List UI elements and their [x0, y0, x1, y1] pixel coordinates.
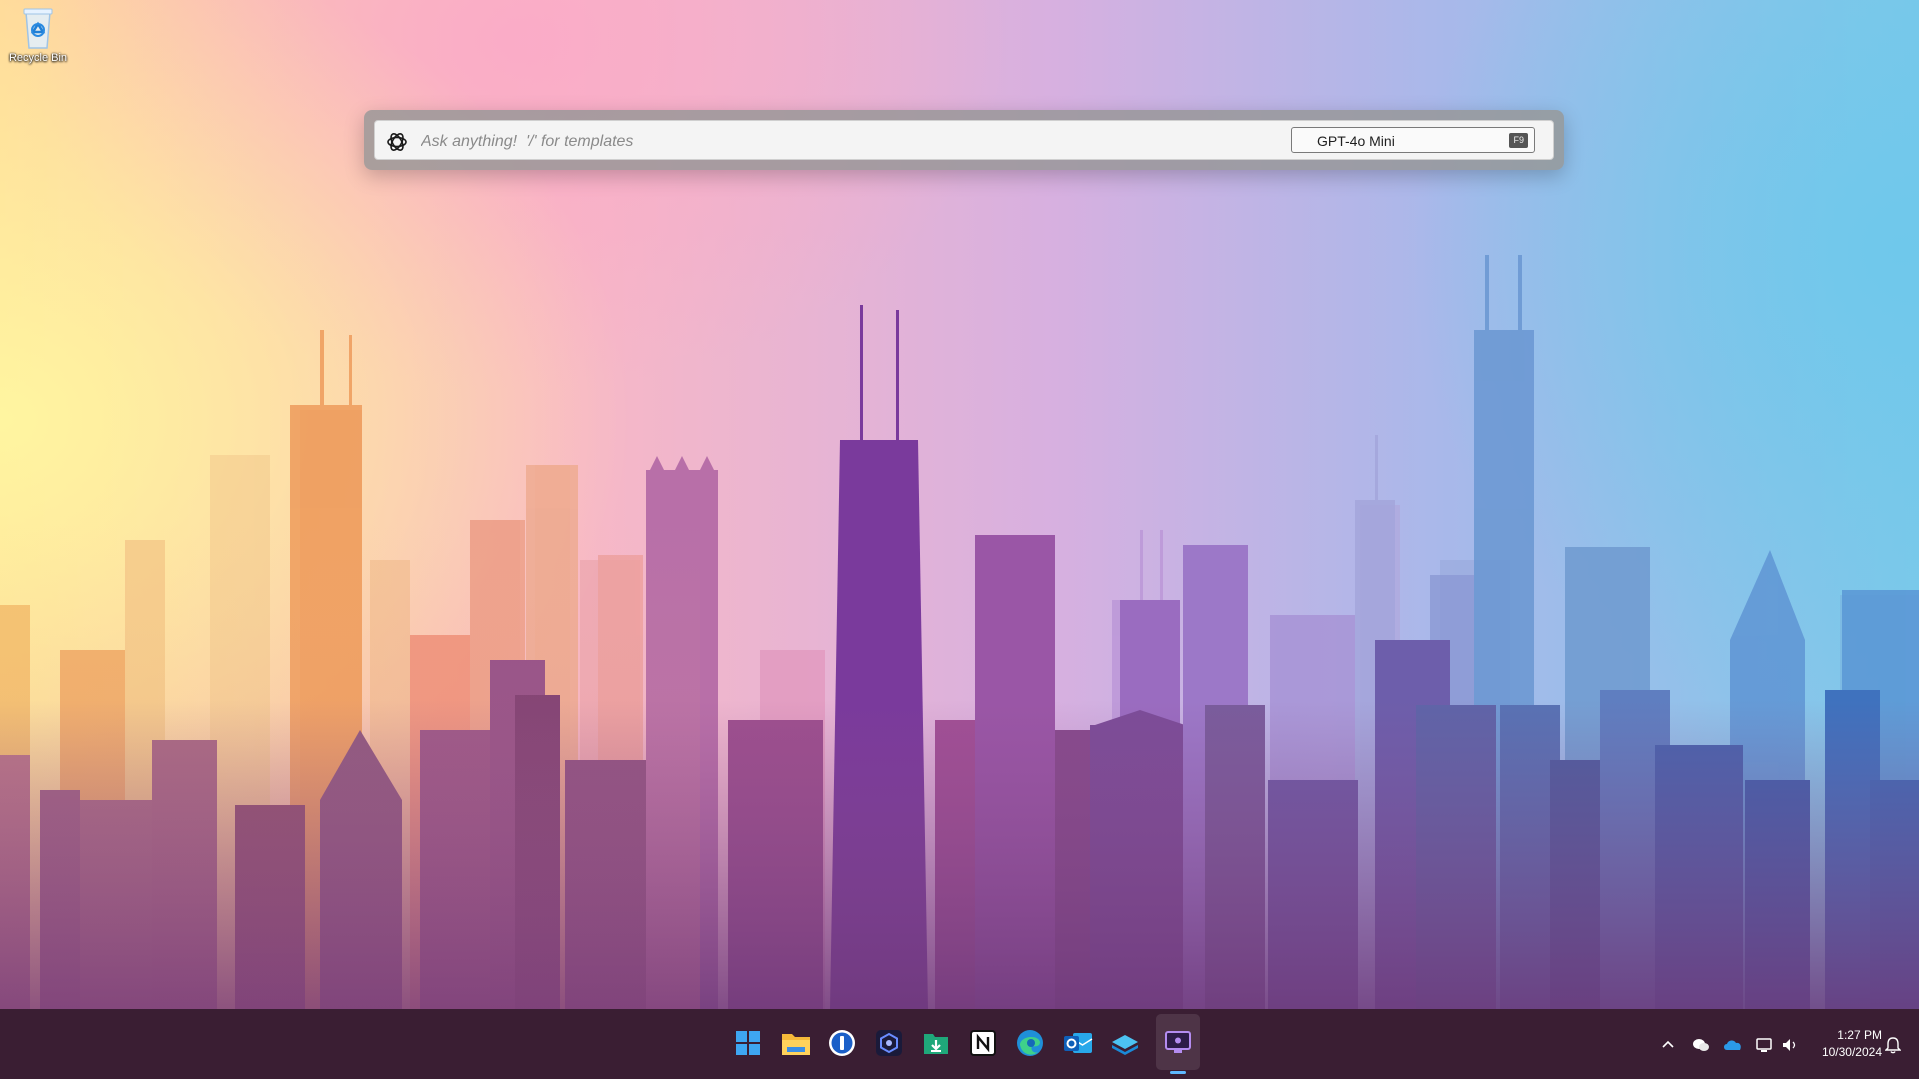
outlook-icon: [1064, 1033, 1093, 1053]
taskbar-edge[interactable]: [1008, 1021, 1052, 1065]
prompt-input-container[interactable]: GPT-4o Mini F9: [374, 120, 1554, 160]
1password-icon: [829, 1030, 855, 1056]
taskbar-app-launcher[interactable]: [867, 1021, 911, 1065]
model-select[interactable]: GPT-4o Mini F9: [1291, 127, 1535, 153]
taskbar-start-button[interactable]: [726, 1021, 770, 1065]
download-icon: [924, 1034, 948, 1054]
taskbar-downloader[interactable]: [914, 1021, 958, 1065]
bell-icon[interactable]: [1885, 1036, 1901, 1054]
prompt-input[interactable]: [419, 127, 1243, 157]
desktop-icon-label: Recycle Bin: [8, 52, 68, 64]
hexagon-app-icon: [876, 1030, 902, 1056]
openai-logo-icon: [385, 130, 409, 154]
stack-icon: [1112, 1035, 1138, 1055]
folder-icon: [782, 1034, 810, 1055]
taskbar-stack-app[interactable]: [1102, 1021, 1146, 1065]
recycle-bin-icon: [18, 6, 58, 50]
taskbar-file-explorer[interactable]: [773, 1021, 817, 1065]
notion-icon: [970, 1030, 996, 1056]
taskbar-notion[interactable]: [961, 1021, 1005, 1065]
ai-prompt-bar: GPT-4o Mini F9: [364, 110, 1564, 170]
clock-date: 10/30/2024: [1821, 1045, 1882, 1059]
clock-time: 1:27 PM: [1837, 1028, 1882, 1042]
taskbar-clock[interactable]: 1:27 PM 10/30/2024: [1806, 1027, 1882, 1061]
desktop-icon-recycle-bin[interactable]: Recycle Bin: [4, 6, 72, 64]
taskbar: [0, 1009, 1919, 1079]
monitor-icon: [1165, 1031, 1191, 1053]
wechat-icon[interactable]: [1692, 1036, 1710, 1054]
model-select-value: GPT-4o Mini: [1317, 133, 1395, 149]
chevron-up-icon[interactable]: [1661, 1038, 1675, 1052]
taskbar-remote-desktop[interactable]: [1156, 1014, 1200, 1074]
model-shortcut-badge: F9: [1509, 133, 1528, 148]
network-icon[interactable]: [1755, 1036, 1773, 1054]
windows-start-icon: [736, 1031, 760, 1055]
edge-icon: [1017, 1030, 1043, 1056]
taskbar-1password[interactable]: [820, 1021, 864, 1065]
volume-icon[interactable]: [1781, 1036, 1799, 1054]
active-app-indicator: [1170, 1071, 1186, 1074]
onedrive-icon[interactable]: [1723, 1037, 1743, 1053]
taskbar-outlook[interactable]: [1055, 1021, 1099, 1065]
